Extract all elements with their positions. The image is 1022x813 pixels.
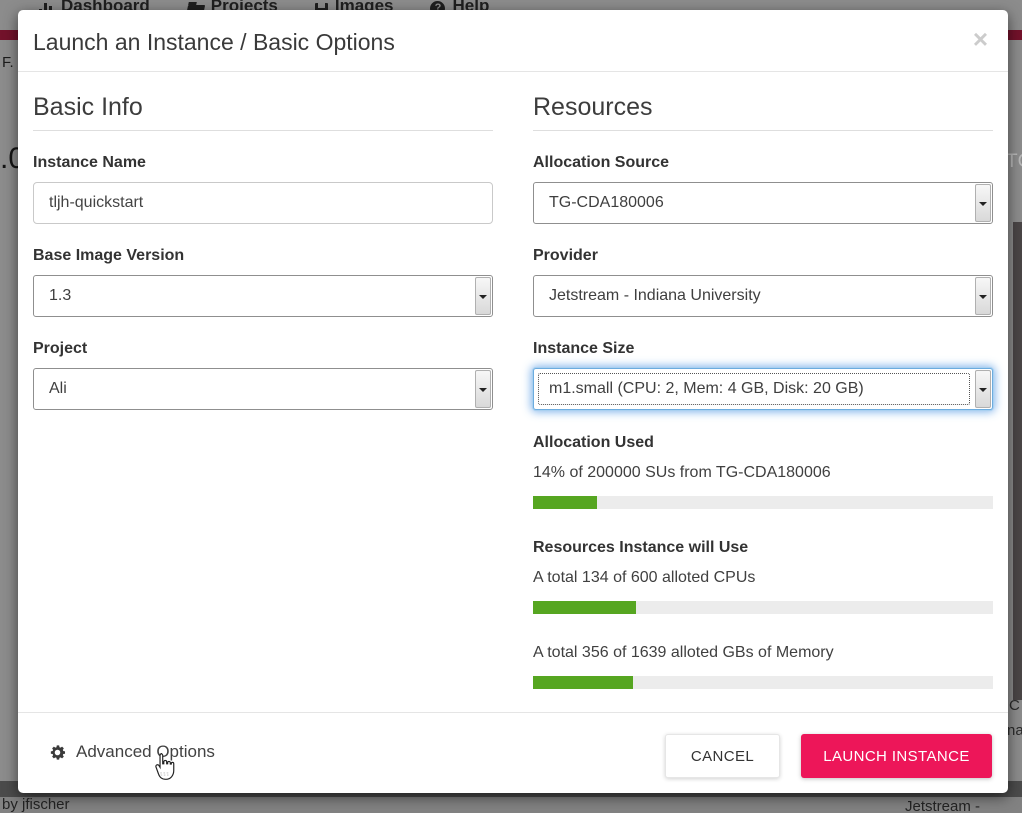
cpu-usage-progressbar [533, 601, 993, 614]
launch-instance-modal: Launch an Instance / Basic Options × Bas… [18, 10, 1008, 793]
base-image-version-group: Base Image Version 1.3 [33, 247, 493, 317]
base-image-version-select[interactable]: 1.3 [33, 275, 493, 317]
allocation-used-heading: Allocation Used [533, 434, 993, 452]
resources-column: Resources Allocation Source TG-CDA180006… [533, 72, 993, 689]
clipped-text-fragment: na [1007, 722, 1022, 739]
page-scrollbar[interactable] [1013, 222, 1022, 700]
clipped-text-fragment: TC [1006, 151, 1022, 173]
chevron-down-icon[interactable] [975, 277, 991, 315]
selected-value: m1.small (CPU: 2, Mem: 4 GB, Disk: 20 GB… [549, 369, 864, 409]
memory-usage-progressbar [533, 676, 993, 689]
progress-fill [533, 601, 636, 614]
allocation-source-label: Allocation Source [533, 154, 993, 172]
modal-title: Launch an Instance / Basic Options [33, 10, 395, 74]
memory-usage-text: A total 356 of 1639 alloted GBs of Memor… [533, 644, 993, 662]
footer-provider: Jetstream - TACC [905, 798, 1022, 813]
modal-footer: Advanced Options CANCEL LAUNCH INSTANCE [18, 712, 1008, 793]
clipped-text-fragment: F. [2, 54, 14, 71]
progress-fill [533, 496, 597, 509]
project-select[interactable]: Ali [33, 368, 493, 410]
allocation-used-text: 14% of 200000 SUs from TG-CDA180006 [533, 464, 993, 482]
basic-info-column: Basic Info Instance Name Base Image Vers… [33, 72, 493, 689]
selected-value: 1.3 [49, 276, 71, 316]
instance-size-label: Instance Size [533, 340, 993, 358]
provider-label: Provider [533, 247, 993, 265]
selected-value: TG-CDA180006 [549, 183, 664, 223]
allocation-source-select[interactable]: TG-CDA180006 [533, 182, 993, 224]
allocation-used-progressbar [533, 496, 993, 509]
instance-size-select[interactable]: m1.small (CPU: 2, Mem: 4 GB, Disk: 20 GB… [533, 368, 993, 410]
chevron-down-icon[interactable] [975, 184, 991, 222]
modal-header: Launch an Instance / Basic Options × [18, 10, 1008, 72]
selected-value: Jetstream - Indiana University [549, 276, 761, 316]
advanced-options-button[interactable]: Advanced Options [48, 742, 215, 762]
instance-name-input[interactable] [33, 182, 493, 224]
advanced-options-label: Advanced Options [76, 742, 215, 762]
resources-heading: Resources [533, 93, 993, 131]
instance-size-group: Instance Size m1.small (CPU: 2, Mem: 4 G… [533, 340, 993, 410]
modal-body: Basic Info Instance Name Base Image Vers… [18, 72, 1008, 689]
selected-value: Ali [49, 369, 67, 409]
chevron-down-icon[interactable] [475, 277, 491, 315]
project-label: Project [33, 340, 493, 358]
footer-author: by jfischer [2, 796, 70, 813]
progress-fill [533, 676, 633, 689]
page-footer: by jfischer Jetstream - TACC [0, 797, 1022, 813]
instance-will-use-heading: Resources Instance will Use [533, 539, 993, 557]
base-image-version-label: Base Image Version [33, 247, 493, 265]
cancel-button[interactable]: CANCEL [665, 734, 780, 778]
provider-select[interactable]: Jetstream - Indiana University [533, 275, 993, 317]
allocation-source-group: Allocation Source TG-CDA180006 [533, 154, 993, 224]
close-icon[interactable]: × [973, 26, 988, 52]
gear-icon [48, 743, 67, 762]
instance-name-group: Instance Name [33, 154, 493, 224]
chevron-down-icon[interactable] [475, 370, 491, 408]
cpu-usage-text: A total 134 of 600 alloted CPUs [533, 569, 993, 587]
basic-info-heading: Basic Info [33, 93, 493, 131]
provider-group: Provider Jetstream - Indiana University [533, 247, 993, 317]
project-group: Project Ali [33, 340, 493, 410]
chevron-down-icon[interactable] [975, 370, 991, 408]
instance-name-label: Instance Name [33, 154, 493, 172]
launch-instance-button[interactable]: LAUNCH INSTANCE [801, 734, 992, 778]
